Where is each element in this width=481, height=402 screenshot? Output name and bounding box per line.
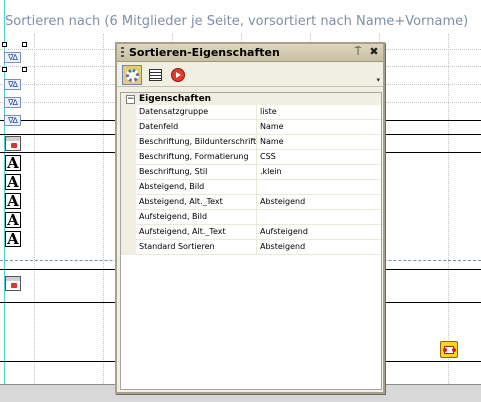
close-icon[interactable]: ✖: [367, 45, 381, 59]
sort-control-icon[interactable]: ∇∆: [4, 115, 21, 126]
category-label: Eigenschaften: [139, 94, 212, 104]
column-separator: [256, 210, 257, 225]
drag-grip-icon[interactable]: [121, 47, 124, 59]
image-control-icon[interactable]: [5, 136, 21, 151]
column-separator: [256, 105, 257, 120]
property-value[interactable]: Absteigend: [260, 197, 305, 206]
report-header-text[interactable]: Sortieren nach (6 Mitglieder je Seite, v…: [5, 14, 468, 29]
list-icon: [149, 69, 162, 81]
column-separator: [256, 165, 257, 180]
property-value[interactable]: Absteigend: [260, 242, 305, 251]
column-guide: [34, 34, 35, 394]
text-control-icon[interactable]: A: [5, 155, 21, 171]
sort-control-icon[interactable]: ∇∆: [4, 97, 21, 108]
selection-handle[interactable]: [2, 67, 7, 72]
row-gutter: [121, 105, 136, 120]
selection-handle[interactable]: [22, 67, 27, 72]
column-separator: [256, 135, 257, 150]
property-row[interactable]: Beschriftung, Formatierung CSS: [121, 150, 381, 165]
property-name: Absteigend, Alt._Text: [139, 197, 223, 206]
text-control-icon[interactable]: A: [5, 212, 21, 228]
row-gutter: [121, 240, 136, 255]
toolbar-overflow-icon[interactable]: ▾: [376, 76, 380, 84]
properties-tool-button[interactable]: [122, 65, 142, 85]
row-gutter: [121, 165, 136, 180]
row-gutter: [121, 210, 136, 225]
row-gutter: [121, 120, 136, 135]
property-name: Aufsteigend, Bild: [139, 212, 208, 221]
row-gutter: [121, 195, 136, 210]
property-value[interactable]: CSS: [260, 152, 276, 161]
list-tool-button[interactable]: [145, 65, 165, 85]
property-name: Datenfeld: [139, 122, 179, 131]
property-grid: − Eigenschaften Datensatzgruppe liste Da…: [120, 92, 382, 390]
row-gutter: [121, 225, 136, 240]
property-category[interactable]: − Eigenschaften: [121, 93, 381, 105]
property-row[interactable]: Beschriftung, Bildunterschrift Name: [121, 135, 381, 150]
window-title: Sortieren-Eigenschaften: [129, 46, 280, 59]
property-grid-empty-area: [121, 268, 381, 389]
column-guide: [448, 34, 449, 394]
property-value[interactable]: Name: [260, 137, 284, 146]
property-row[interactable]: Standard Sortieren Absteigend: [121, 240, 381, 255]
image-control-icon[interactable]: [5, 276, 21, 291]
properties-toolbar: ▾: [117, 63, 383, 87]
property-row[interactable]: Absteigend, Alt._Text Absteigend: [121, 195, 381, 210]
property-row[interactable]: Absteigend, Bild: [121, 180, 381, 195]
column-separator: [256, 195, 257, 210]
text-control-icon[interactable]: A: [5, 231, 21, 247]
property-name: Beschriftung, Formatierung: [139, 152, 249, 161]
gear-icon: [126, 69, 139, 82]
property-name: Beschriftung, Bildunterschrift: [139, 137, 256, 146]
collapse-icon[interactable]: −: [126, 95, 135, 104]
column-separator: [256, 180, 257, 195]
row-gutter: [121, 135, 136, 150]
properties-window[interactable]: Sortieren-Eigenschaften ⍑ ✖ ▾ − Eigensch…: [115, 42, 385, 394]
property-name: Datensatzgruppe: [139, 107, 209, 116]
selection-handle[interactable]: [2, 42, 7, 47]
property-value[interactable]: Name: [260, 122, 284, 131]
properties-window-titlebar[interactable]: Sortieren-Eigenschaften ⍑ ✖: [117, 44, 383, 62]
events-tool-button[interactable]: [168, 65, 188, 85]
column-separator: [256, 120, 257, 135]
user-control-icon[interactable]: [440, 341, 458, 358]
selection-handle[interactable]: [22, 42, 27, 47]
pin-icon[interactable]: ⍑: [351, 45, 365, 59]
property-name: Beschriftung, Stil: [139, 167, 208, 176]
sort-control-icon[interactable]: ∇∆: [4, 52, 21, 63]
column-separator: [256, 225, 257, 240]
column-guide: [103, 34, 104, 394]
property-name: Standard Sortieren: [139, 242, 215, 251]
property-value[interactable]: Aufsteigend: [260, 227, 308, 236]
text-control-icon[interactable]: A: [5, 193, 21, 209]
property-name: Aufsteigend, Alt._Text: [139, 227, 226, 236]
property-row[interactable]: Datensatzgruppe liste: [121, 105, 381, 120]
property-value[interactable]: liste: [260, 107, 277, 116]
property-value[interactable]: .klein: [260, 167, 282, 176]
property-row[interactable]: Beschriftung, Stil .klein: [121, 165, 381, 180]
column-separator: [256, 240, 257, 255]
text-control-icon[interactable]: A: [5, 174, 21, 190]
property-row[interactable]: Datenfeld Name: [121, 120, 381, 135]
event-icon: [171, 68, 185, 82]
property-row[interactable]: Aufsteigend, Bild: [121, 210, 381, 225]
sort-control-icon[interactable]: ∇∆: [4, 79, 21, 90]
row-gutter: [121, 180, 136, 195]
column-separator: [256, 150, 257, 165]
property-name: Absteigend, Bild: [139, 182, 205, 191]
row-gutter: [121, 150, 136, 165]
property-row[interactable]: Aufsteigend, Alt._Text Aufsteigend: [121, 225, 381, 240]
